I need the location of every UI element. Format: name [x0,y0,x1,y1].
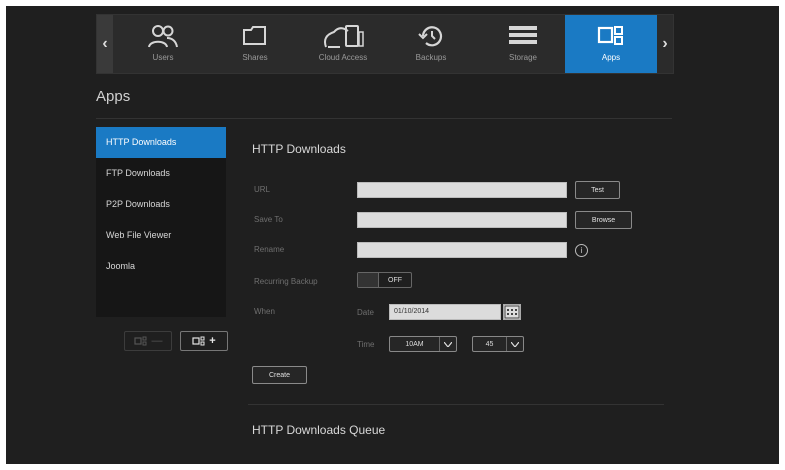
minute-select[interactable]: 45 [472,336,524,352]
history-icon [417,21,445,51]
url-input[interactable] [357,182,567,198]
save-to-label: Save To [254,215,283,224]
remove-app-button[interactable]: — [124,331,172,351]
hour-select[interactable]: 10AM [389,336,457,352]
divider [248,404,664,405]
nav-item-backups[interactable]: Backups [385,15,477,73]
divider [96,118,672,119]
toggle-knob [358,273,378,287]
sidebar-item-ftp-downloads[interactable]: FTP Downloads [96,158,226,189]
nav-item-label: Storage [508,53,538,62]
rename-input[interactable] [357,242,567,258]
folder-icon [241,21,269,51]
cloud-devices-icon [322,21,364,51]
nav-item-apps[interactable]: Apps [565,15,657,73]
nav-item-shares[interactable]: Shares [209,15,301,73]
top-nav: ‹ Users Shares Cloud Access Backups Stor… [96,14,674,74]
apps-icon [192,336,205,346]
nav-item-label: Cloud Access [318,53,368,62]
date-label: Date [357,308,374,317]
nav-item-label: Backups [415,53,447,62]
recurring-backup-toggle[interactable]: OFF [357,272,412,288]
apps-icon [133,336,146,346]
sidebar-item-p2p-downloads[interactable]: P2P Downloads [96,189,226,220]
nav-item-label: Users [152,53,174,62]
page-title: Apps [96,88,131,105]
calendar-icon[interactable] [503,304,521,320]
minute-value: 45 [485,340,494,348]
when-label: When [254,307,275,316]
sidebar-item-web-file-viewer[interactable]: Web File Viewer [96,220,226,251]
users-icon [147,21,179,51]
rename-label: Rename [254,245,285,254]
recurring-backup-label: Recurring Backup [254,277,318,286]
create-button[interactable]: Create [252,366,307,384]
nav-next-arrow[interactable]: › [657,15,673,73]
nav-item-label: Shares [242,53,268,62]
chevron-down-icon [439,337,456,351]
save-to-input[interactable] [357,212,567,228]
nav-item-cloud-access[interactable]: Cloud Access [297,15,389,73]
nav-prev-arrow[interactable]: ‹ [97,15,113,73]
time-label: Time [357,340,375,349]
apps-sidebar: HTTP Downloads FTP Downloads P2P Downloa… [96,127,226,317]
chevron-down-icon [506,337,523,351]
hour-value: 10AM [405,340,424,348]
info-icon[interactable]: i [575,244,588,257]
minus-icon: — [151,335,163,347]
nav-item-users[interactable]: Users [117,15,209,73]
sidebar-controls: — + [124,331,228,351]
browse-button[interactable]: Browse [575,211,632,229]
test-button[interactable]: Test [575,181,620,199]
form-title: HTTP Downloads [252,142,346,156]
nav-item-label: Apps [601,53,621,62]
nav-item-storage[interactable]: Storage [477,15,569,73]
toggle-state: OFF [378,273,411,287]
sidebar-item-joomla[interactable]: Joomla [96,251,226,282]
storage-icon [507,21,539,51]
url-label: URL [254,185,271,194]
queue-title: HTTP Downloads Queue [252,423,386,437]
add-app-button[interactable]: + [180,331,228,351]
apps-icon [596,21,626,51]
sidebar-item-http-downloads[interactable]: HTTP Downloads [96,127,226,158]
date-input[interactable]: 01/10/2014 [389,304,501,320]
plus-icon: + [209,335,216,347]
